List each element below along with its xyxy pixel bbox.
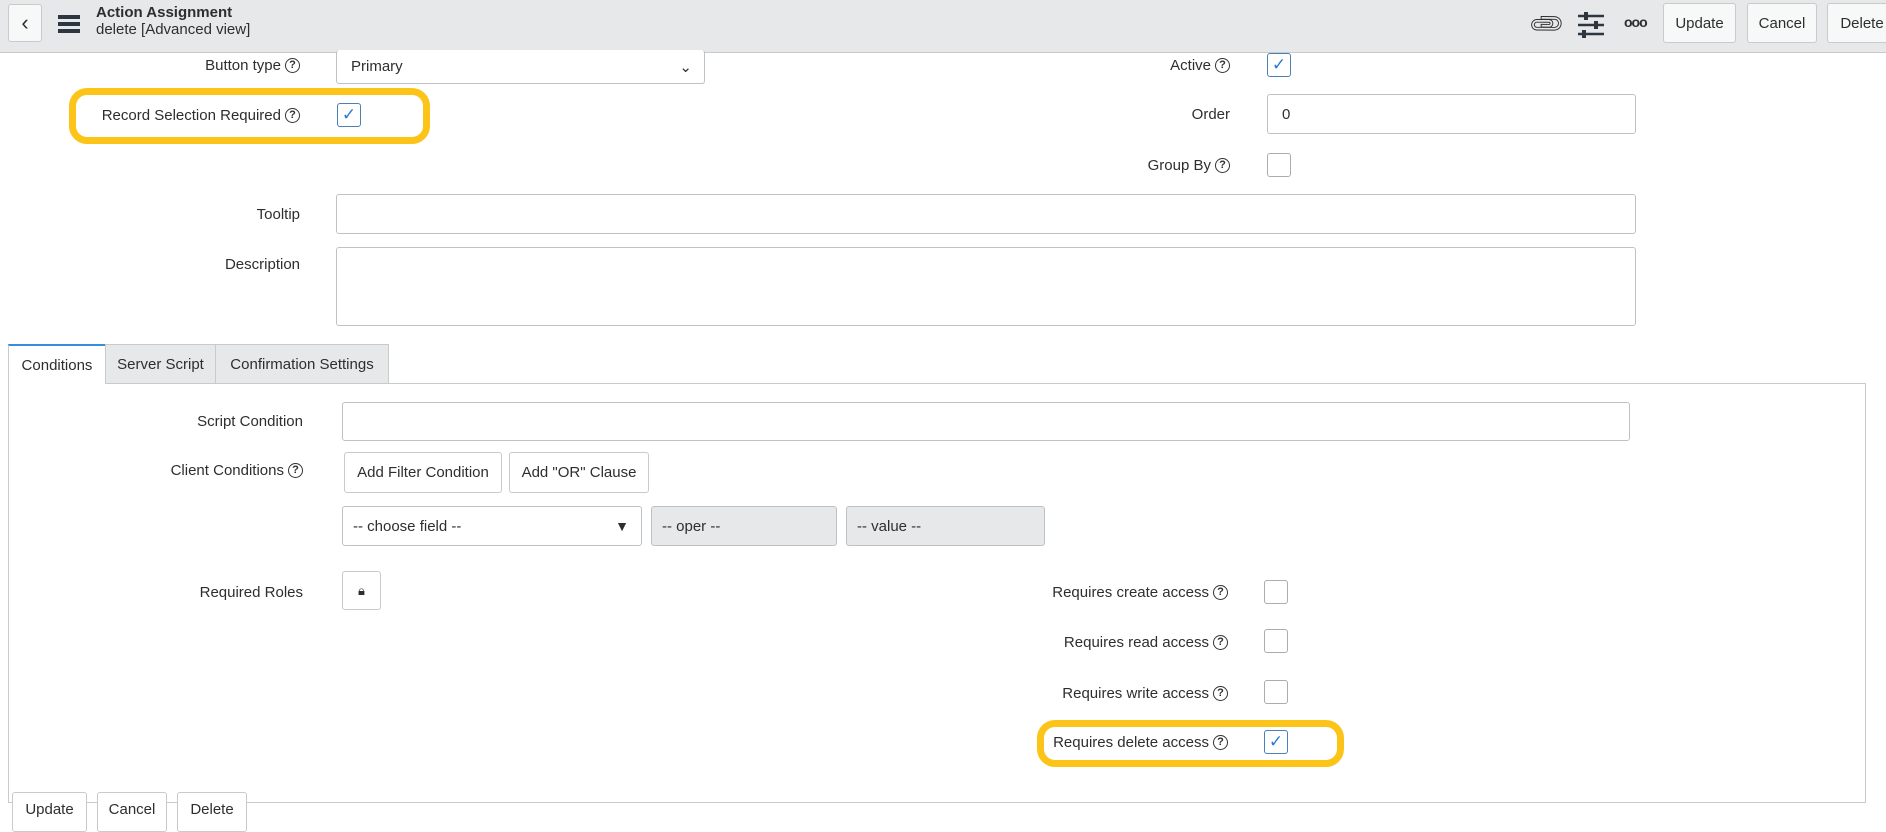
help-icon[interactable]: ?: [1213, 685, 1228, 701]
choose-field-select[interactable]: -- choose field -- ▼: [342, 506, 642, 546]
help-icon[interactable]: ?: [1215, 57, 1230, 73]
requires-write-checkbox[interactable]: [1264, 680, 1288, 704]
requires-read-checkbox[interactable]: [1264, 629, 1288, 653]
tooltip-input[interactable]: [336, 194, 1636, 234]
description-textarea[interactable]: [336, 247, 1636, 326]
record-selection-label: Record Selection Required?: [102, 104, 300, 126]
footer-update-button[interactable]: Update: [12, 792, 87, 832]
back-button[interactable]: ‹: [8, 4, 42, 42]
tab-server-script[interactable]: Server Script: [105, 344, 216, 384]
form-title: Action Assignment: [96, 4, 233, 21]
cancel-button[interactable]: Cancel: [1747, 3, 1817, 43]
requires-create-label: Requires create access?: [1052, 581, 1228, 603]
group-by-checkbox[interactable]: [1267, 153, 1291, 177]
paperclip-icon[interactable]: 📎︎: [1526, 3, 1568, 45]
requires-write-label: Requires write access?: [1062, 682, 1228, 704]
value-input[interactable]: -- value --: [846, 506, 1045, 546]
help-icon[interactable]: ?: [1213, 584, 1228, 600]
lock-icon: 🔒︎: [358, 582, 365, 598]
form-header: ‹ Action Assignment delete [Advanced vie…: [0, 0, 1886, 53]
delete-button[interactable]: Delete: [1827, 3, 1886, 43]
client-conditions-label: Client Conditions?: [171, 459, 303, 481]
chevron-down-icon: ⌄: [679, 58, 692, 76]
record-selection-checkbox[interactable]: ✓: [337, 103, 361, 127]
help-icon[interactable]: ?: [1215, 157, 1230, 173]
tab-conditions[interactable]: Conditions: [8, 344, 106, 384]
tab-confirmation-settings[interactable]: Confirmation Settings: [215, 344, 389, 384]
help-icon[interactable]: ?: [1213, 634, 1228, 650]
add-or-clause-button[interactable]: Add "OR" Clause: [509, 452, 649, 493]
button-type-select[interactable]: Primary ⌄: [336, 50, 705, 84]
add-filter-condition-button[interactable]: Add Filter Condition: [344, 452, 502, 493]
back-icon: ‹: [21, 10, 29, 35]
button-type-label: Button type?: [205, 54, 300, 76]
requires-create-checkbox[interactable]: [1264, 580, 1288, 604]
help-icon[interactable]: ?: [288, 462, 303, 478]
menu-icon[interactable]: [58, 15, 80, 33]
update-button[interactable]: Update: [1663, 3, 1736, 43]
triangle-down-icon: ▼: [615, 518, 629, 534]
order-input[interactable]: 0: [1267, 94, 1636, 134]
more-icon[interactable]: ooo: [1624, 14, 1648, 30]
oper-select[interactable]: -- oper --: [651, 506, 837, 546]
script-condition-input[interactable]: [342, 402, 1630, 441]
script-condition-label: Script Condition: [197, 412, 303, 430]
help-icon[interactable]: ?: [285, 107, 300, 123]
sliders-icon[interactable]: [1578, 12, 1604, 38]
choose-field-value: -- choose field --: [353, 517, 462, 535]
help-icon[interactable]: ?: [285, 57, 300, 73]
requires-delete-label: Requires delete access?: [1053, 731, 1228, 753]
button-type-value: Primary: [351, 58, 403, 75]
description-label: Description: [224, 255, 300, 273]
footer-cancel-button[interactable]: Cancel: [97, 792, 167, 832]
requires-read-label: Requires read access?: [1064, 631, 1228, 653]
order-label: Order: [1191, 105, 1230, 123]
active-label: Active?: [1170, 54, 1230, 76]
active-checkbox[interactable]: ✓: [1267, 53, 1291, 77]
group-by-label: Group By?: [1148, 154, 1230, 176]
lock-button[interactable]: 🔒︎: [342, 571, 381, 610]
required-roles-label: Required Roles: [199, 583, 303, 601]
requires-delete-checkbox[interactable]: ✓: [1264, 730, 1288, 754]
help-icon[interactable]: ?: [1213, 734, 1228, 750]
tooltip-label: Tooltip: [256, 205, 300, 223]
footer-delete-button[interactable]: Delete: [177, 792, 247, 832]
form-subtitle: delete [Advanced view]: [96, 21, 251, 38]
